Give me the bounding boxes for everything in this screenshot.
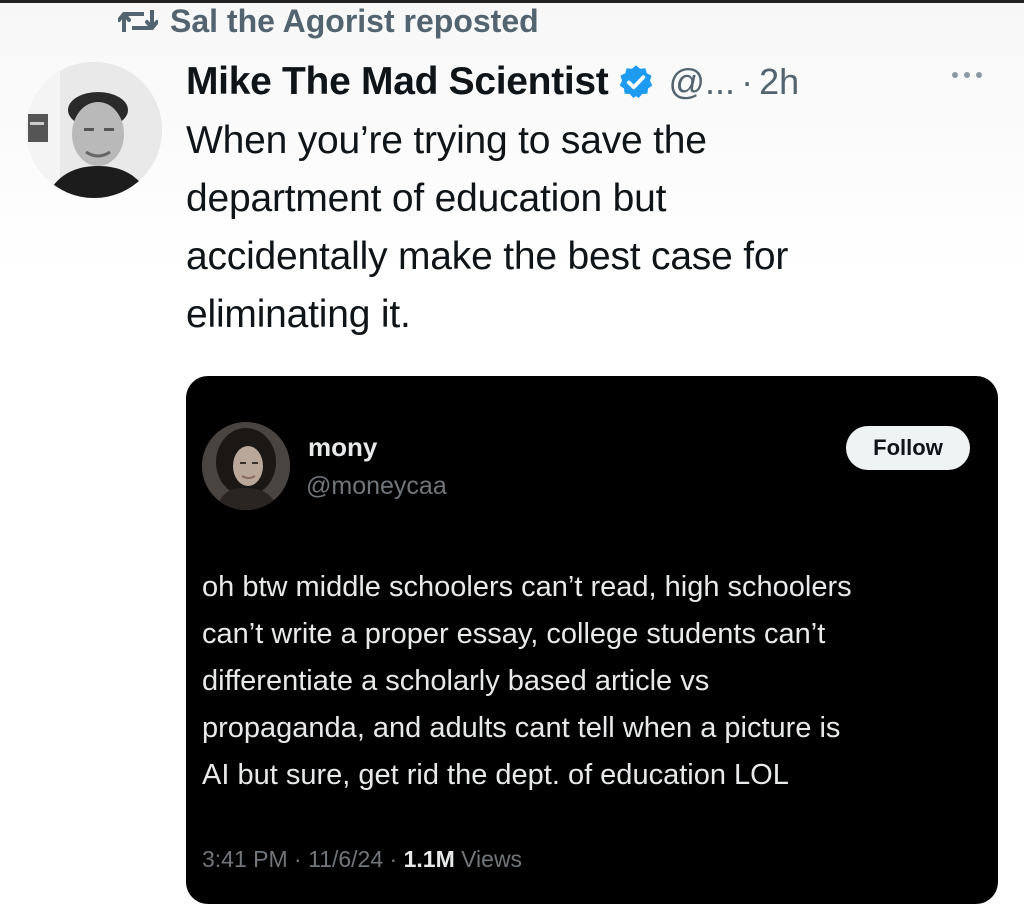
quoted-text-line: can’t write a proper essay, college stud… (202, 618, 826, 650)
meta-separator: · (383, 846, 404, 872)
header-separator: · (741, 61, 754, 102)
verified-badge-icon (617, 63, 655, 101)
tweet-text-line: accidentally make the best case for (186, 235, 789, 278)
tweet-text-line: eliminating it. (186, 293, 411, 336)
author-handle[interactable]: @... (669, 61, 736, 103)
quoted-text-line: differentiate a scholarly based article … (202, 665, 710, 697)
follow-button[interactable]: Follow (846, 426, 970, 470)
tweet-text-line: department of education but (186, 177, 667, 220)
quoted-author-name[interactable]: mony (308, 432, 377, 463)
quoted-author-avatar[interactable] (202, 422, 290, 510)
meta-separator: · (287, 846, 309, 872)
quoted-text-line: propaganda, and adults cant tell when a … (202, 712, 841, 744)
quoted-tweet-meta: 3:41 PM · 11/6/24 · 1.1M Views (202, 846, 522, 873)
screenshot-page: Sal the Agorist reposted Mike The Mad Sc… (0, 0, 1024, 920)
author-avatar[interactable] (26, 62, 162, 198)
quoted-tweet-card[interactable]: mony @moneycaa Follow oh btw middle scho… (186, 376, 998, 904)
repost-indicator[interactable]: Sal the Agorist reposted (118, 2, 539, 40)
author-display-name[interactable]: Mike The Mad Scientist (186, 60, 609, 104)
tweet-text-line: When you’re trying to save the (186, 119, 707, 162)
quoted-date[interactable]: 11/6/24 (308, 846, 383, 872)
quoted-text-line: AI but sure, get rid the dept. of educat… (202, 759, 789, 791)
tweet-timestamp[interactable]: 2h (759, 61, 799, 103)
quoted-author-handle[interactable]: @moneycaa (306, 472, 447, 501)
repost-icon (118, 6, 158, 36)
tweet-text: When you’re trying to save the departmen… (186, 112, 986, 344)
quoted-text-line: oh btw middle schoolers can’t read, high… (202, 571, 852, 603)
quoted-tweet-text: oh btw middle schoolers can’t read, high… (202, 564, 992, 799)
quoted-time[interactable]: 3:41 PM (202, 846, 288, 872)
repost-text: Sal the Agorist reposted (170, 2, 539, 39)
views-count[interactable]: 1.1M (404, 846, 455, 872)
views-label: Views (454, 846, 523, 872)
tweet-header: Mike The Mad Scientist @... · 2h (186, 56, 799, 108)
more-options-icon[interactable] (952, 72, 982, 78)
